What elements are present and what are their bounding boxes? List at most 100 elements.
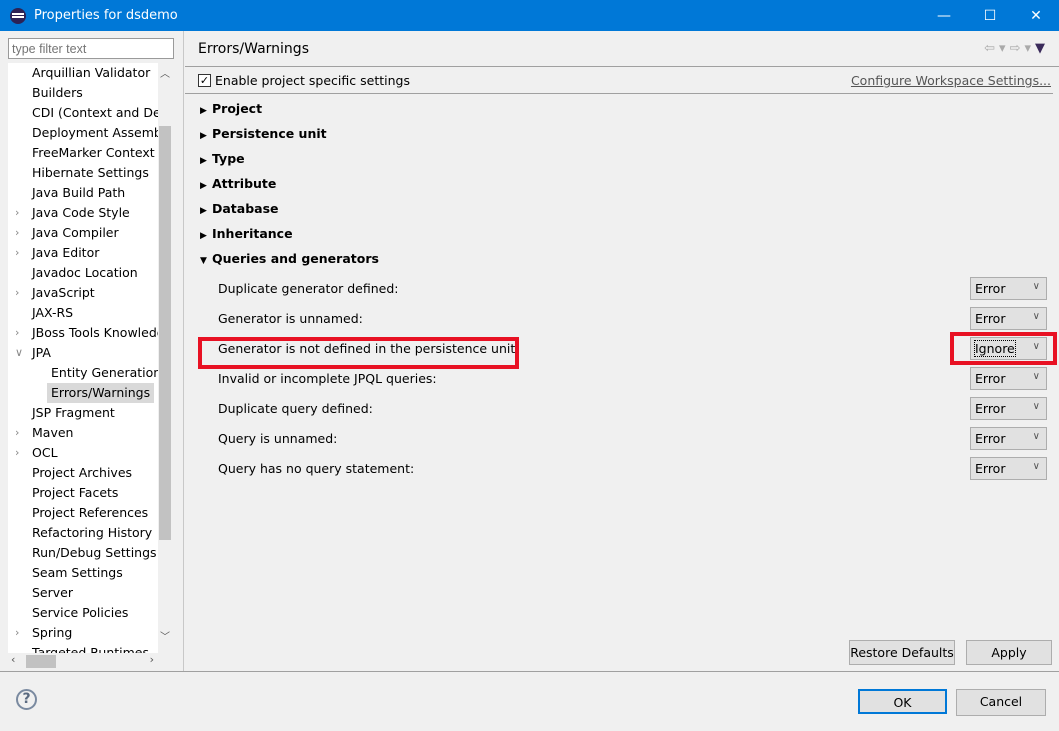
tree-item-label: Run/Debug Settings [32,545,157,560]
tree-item-label: JSP Fragment [32,405,115,420]
expand-triangle-icon[interactable]: ▶ [200,206,212,216]
vertical-scrollbar[interactable]: ︿ ﹀ [158,63,172,653]
option-label: Duplicate generator defined: [218,281,399,296]
tree-item-label: Errors/Warnings [47,383,155,403]
main-panel: Errors/Warnings ⇦▾⇨▾▼ ✓ Enable project s… [185,31,1059,671]
tree-item-label: Server [32,585,73,600]
collapse-triangle-icon[interactable]: ▼ [200,256,212,266]
tree-item[interactable]: › Java Editor [8,243,158,263]
forward-icon[interactable]: ⇨▾ [1010,41,1035,56]
chevron-right-icon[interactable]: › [15,203,19,223]
expand-triangle-icon[interactable]: ▶ [200,131,212,141]
help-icon[interactable]: ? [16,689,37,710]
filter-input[interactable] [8,38,174,59]
expand-triangle-icon[interactable]: ▶ [200,156,212,166]
maximize-button[interactable]: ☐ [967,0,1013,31]
tree-item[interactable]: Entity Generation [8,363,158,383]
tree-item[interactable]: Run/Debug Settings [8,543,158,563]
tree-item[interactable]: JAX-RS [8,303,158,323]
tree-item[interactable]: › Maven [8,423,158,443]
restore-defaults-button[interactable]: Restore Defaults [849,640,955,665]
tree-item[interactable]: ∨ JPA [8,343,158,363]
tree-item[interactable]: Deployment Assembly [8,123,158,143]
footer-divider [0,671,1059,672]
severity-dropdown[interactable]: Error ∨ [970,367,1047,390]
enable-project-settings-checkbox[interactable]: ✓ Enable project specific settings [198,73,410,88]
severity-dropdown[interactable]: Error ∨ [970,277,1047,300]
tree-item[interactable]: FreeMarker Context [8,143,158,163]
chevron-right-icon[interactable]: › [15,283,19,303]
tree-item-label: Maven [32,425,74,440]
tree-item[interactable]: CDI (Context and Dependency Injection) [8,103,158,123]
configure-workspace-settings-link[interactable]: Configure Workspace Settings... [851,73,1051,88]
tree-item[interactable]: Hibernate Settings [8,163,158,183]
dropdown-value: Error [975,281,1006,296]
scroll-thumb[interactable] [159,126,171,540]
tree-item[interactable]: Project References [8,503,158,523]
chevron-right-icon[interactable]: › [15,443,19,463]
section-header-expanded[interactable]: ▼ Queries and generators [200,251,379,266]
scroll-right-icon[interactable]: › [150,653,154,666]
tree-item-label: Arquillian Validator [32,65,151,80]
tree-item[interactable]: Java Build Path [8,183,158,203]
tree-item[interactable]: Javadoc Location [8,263,158,283]
tree-item[interactable]: › Spring [8,623,158,643]
chevron-down-icon[interactable]: ∨ [1033,401,1040,412]
tree-item[interactable]: Refactoring History [8,523,158,543]
highlight-box-label [198,337,519,369]
severity-dropdown[interactable]: Error ∨ [970,457,1047,480]
chevron-down-icon[interactable]: ∨ [1033,311,1040,322]
scroll-down-icon[interactable]: ﹀ [160,628,170,643]
expand-triangle-icon[interactable]: ▶ [200,181,212,191]
section-header[interactable]: ▶ Inheritance [200,226,293,241]
tree-item[interactable]: Arquillian Validator [8,63,158,83]
chevron-right-icon[interactable]: › [15,423,19,443]
cancel-button[interactable]: Cancel [956,689,1046,716]
horizontal-scrollbar[interactable]: ‹ › [8,653,158,670]
section-header[interactable]: ▶ Project [200,101,262,116]
expand-triangle-icon[interactable]: ▶ [200,231,212,241]
chevron-down-icon[interactable]: ∨ [1033,431,1040,442]
scroll-left-icon[interactable]: ‹ [11,653,15,666]
section-header[interactable]: ▶ Persistence unit [200,126,327,141]
severity-dropdown[interactable]: Error ∨ [970,397,1047,420]
severity-dropdown[interactable]: Error ∨ [970,427,1047,450]
back-icon[interactable]: ⇦▾ [984,41,1009,56]
close-button[interactable]: ✕ [1013,0,1059,31]
chevron-down-icon[interactable]: ∨ [1033,281,1040,292]
tree-item[interactable]: Builders [8,83,158,103]
tree-item[interactable]: Service Policies [8,603,158,623]
tree-item[interactable]: › JBoss Tools Knowledge Base [8,323,158,343]
chevron-down-icon[interactable]: ∨ [15,343,23,363]
tree-item[interactable]: Project Archives [8,463,158,483]
severity-dropdown[interactable]: Error ∨ [970,307,1047,330]
expand-triangle-icon[interactable]: ▶ [200,106,212,116]
chevron-right-icon[interactable]: › [15,323,19,343]
tree-item[interactable]: Project Facets [8,483,158,503]
tree-item[interactable]: › OCL [8,443,158,463]
tree-item[interactable]: › Java Code Style [8,203,158,223]
chevron-down-icon[interactable]: ∨ [1033,371,1040,382]
hscroll-thumb[interactable] [26,655,56,668]
tree-item[interactable]: Errors/Warnings [8,383,158,403]
chevron-right-icon[interactable]: › [15,623,19,643]
section-label: Project [212,101,263,116]
chevron-right-icon[interactable]: › [15,243,19,263]
section-header[interactable]: ▶ Attribute [200,176,276,191]
minimize-button[interactable]: — [921,0,967,31]
section-header[interactable]: ▶ Database [200,201,279,216]
section-header[interactable]: ▶ Type [200,151,245,166]
checkbox-icon[interactable]: ✓ [198,74,211,87]
ok-button[interactable]: OK [858,689,947,714]
scroll-up-icon[interactable]: ︿ [160,65,170,80]
view-menu-icon[interactable]: ▼ [1035,41,1049,56]
tree-item[interactable]: Seam Settings [8,563,158,583]
apply-button[interactable]: Apply [966,640,1052,665]
chevron-down-icon[interactable]: ∨ [1033,461,1040,472]
tree-item[interactable]: Targeted Runtimes [8,643,158,653]
chevron-right-icon[interactable]: › [15,223,19,243]
tree-item[interactable]: Server [8,583,158,603]
tree-item[interactable]: JSP Fragment [8,403,158,423]
tree-item[interactable]: › JavaScript [8,283,158,303]
tree-item[interactable]: › Java Compiler [8,223,158,243]
